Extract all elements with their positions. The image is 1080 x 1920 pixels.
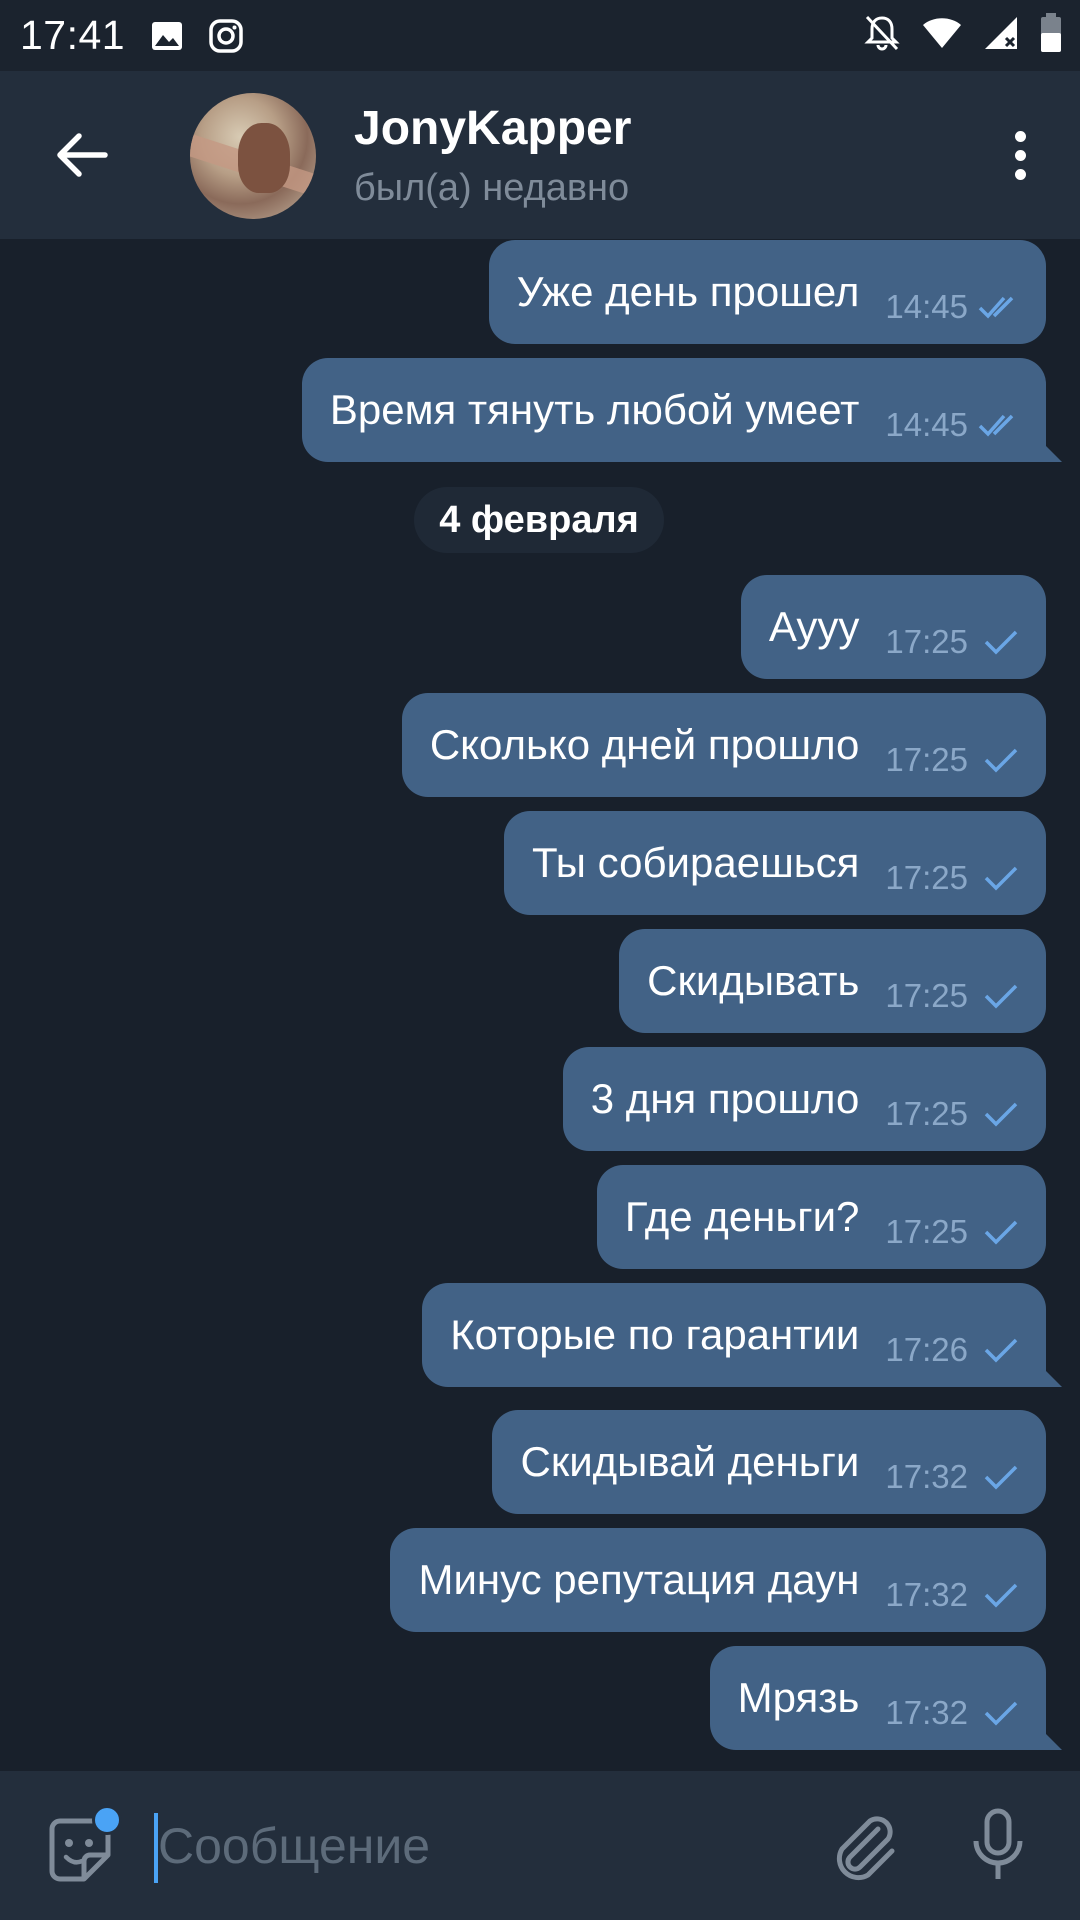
- message-text: 3 дня прошло: [590, 1075, 860, 1122]
- double-check-icon: [978, 296, 1014, 319]
- check-icon: [984, 630, 1018, 655]
- message-time: 17:25: [885, 741, 968, 778]
- message-bubble[interactable]: 3 дня прошло 17:25: [562, 1047, 1046, 1151]
- signal-icon: [984, 16, 1018, 55]
- message-bubble[interactable]: Минус репутация даун 17:32: [390, 1528, 1046, 1632]
- message-time: 17:26: [885, 1331, 968, 1368]
- message-time: 17:25: [885, 1095, 968, 1132]
- message-bubble[interactable]: Аууу 17:25: [740, 575, 1046, 679]
- status-time: 17:41: [20, 12, 126, 58]
- chat-header: JonyKapper был(а) недавно: [0, 71, 1080, 239]
- message-input-bar: [0, 1771, 1080, 1920]
- message-bubble[interactable]: Мрязь 17:32: [709, 1646, 1046, 1750]
- contact-name[interactable]: JonyKapper: [354, 101, 631, 156]
- message-text: Ты собираешься: [531, 839, 860, 886]
- message-bubble[interactable]: Скидывай деньги 17:32: [492, 1410, 1046, 1514]
- message-list[interactable]: Уже день прошел 14:45 Время тянуть любой…: [0, 239, 1080, 1771]
- status-bar: 17:41: [0, 0, 1080, 71]
- message-time: 17:32: [885, 1694, 968, 1731]
- check-icon: [984, 1465, 1018, 1490]
- battery-icon: [1040, 13, 1062, 58]
- message-text: Сколько дней прошло: [429, 721, 860, 768]
- message-text: Аууу: [768, 603, 860, 650]
- message-time: 17:25: [885, 859, 968, 896]
- message-text: Время тянуть любой умеет: [329, 386, 860, 433]
- chat-screen: 17:41 JonyKapper был(а) недавно Уже день…: [0, 0, 1080, 1920]
- message-time: 17:32: [885, 1576, 968, 1613]
- check-icon: [984, 866, 1018, 891]
- message-time: 17:25: [885, 1213, 968, 1250]
- check-icon: [984, 1102, 1018, 1127]
- message-text: Где деньги?: [624, 1193, 860, 1240]
- image-icon: [151, 21, 183, 51]
- message-bubble[interactable]: Время тянуть любой умеет 14:45: [301, 358, 1046, 462]
- back-button[interactable]: [52, 129, 112, 181]
- message-time: 17:25: [885, 977, 968, 1014]
- check-icon: [984, 748, 1018, 773]
- notifications-off-icon: [864, 14, 900, 57]
- wifi-icon: [922, 17, 962, 54]
- more-vertical-icon[interactable]: [1000, 119, 1040, 191]
- double-check-icon: [978, 414, 1014, 437]
- message-text: Которые по гарантии: [450, 1311, 860, 1358]
- back-arrow-icon: [57, 133, 108, 177]
- message-bubble[interactable]: Уже день прошел 14:45: [488, 240, 1046, 344]
- attach-icon[interactable]: [826, 1809, 902, 1885]
- check-icon: [984, 1701, 1018, 1726]
- check-icon: [984, 1338, 1018, 1363]
- message-time: 14:45: [885, 288, 968, 325]
- message-input[interactable]: [158, 1801, 798, 1891]
- message-bubble[interactable]: Ты собираешься 17:25: [503, 811, 1046, 915]
- message-bubble[interactable]: Которые по гарантии 17:26: [422, 1283, 1046, 1387]
- date-separator: 4 февраля: [414, 487, 664, 553]
- check-icon: [984, 1220, 1018, 1245]
- message-text: Уже день прошел: [516, 268, 860, 315]
- message-text: Скидывай деньги: [520, 1438, 860, 1485]
- message-time: 17:32: [885, 1458, 968, 1495]
- message-text: Мрязь: [737, 1674, 860, 1721]
- mic-icon[interactable]: [968, 1807, 1028, 1887]
- contact-status: был(а) недавно: [354, 167, 630, 209]
- message-bubble[interactable]: Скидывать 17:25: [619, 929, 1046, 1033]
- message-time: 17:25: [885, 623, 968, 660]
- message-text: Минус репутация даун: [418, 1556, 860, 1603]
- avatar[interactable]: [190, 93, 316, 219]
- message-time: 14:45: [885, 406, 968, 443]
- check-icon: [984, 984, 1018, 1009]
- notification-dot: [92, 1805, 122, 1835]
- message-text: Скидывать: [647, 957, 860, 1004]
- instagram-icon: [209, 18, 243, 53]
- message-bubble[interactable]: Где деньги? 17:25: [596, 1165, 1046, 1269]
- check-icon: [984, 1583, 1018, 1608]
- message-bubble[interactable]: Сколько дней прошло 17:25: [401, 693, 1046, 797]
